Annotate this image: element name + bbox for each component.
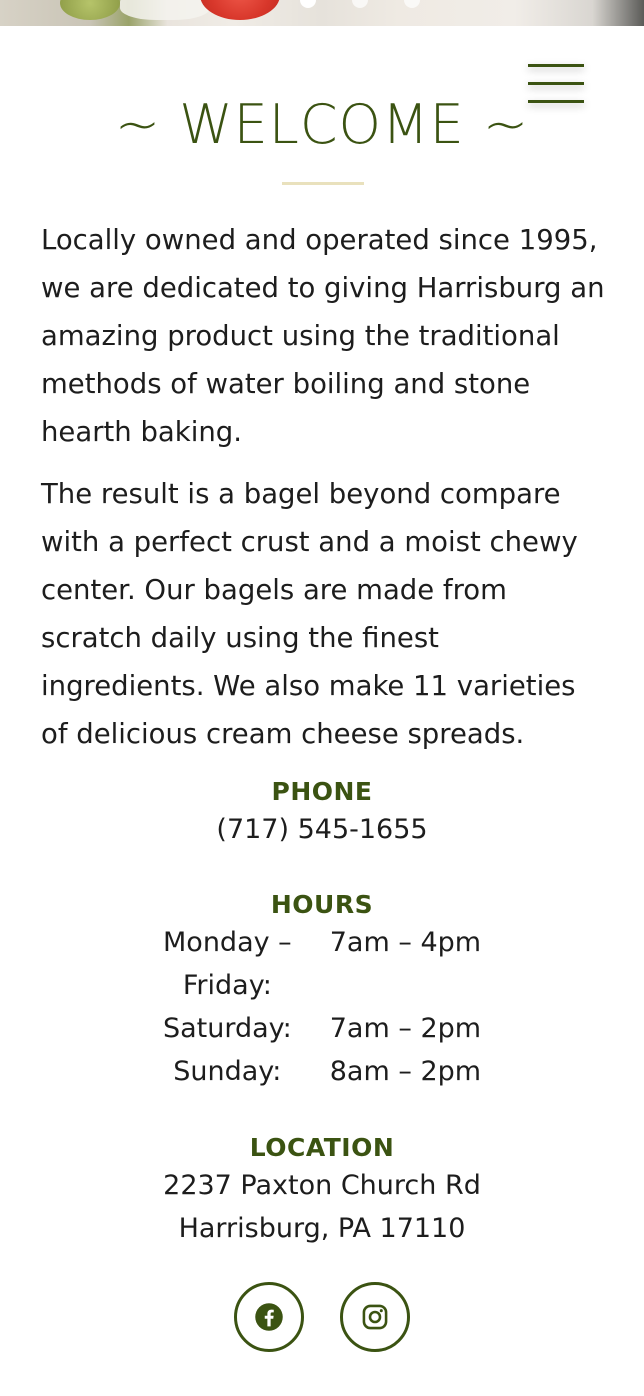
hours-section: HOURS Monday – Friday: 7am – 4pm Saturda… xyxy=(0,889,644,1093)
carousel-dots xyxy=(300,0,420,8)
welcome-title: ~ WELCOME ~ xyxy=(114,93,530,156)
hours-time: 7am – 2pm xyxy=(329,1013,482,1044)
phone-section: PHONE (717) 545-1655 xyxy=(0,776,644,851)
hamburger-icon-line xyxy=(528,82,584,85)
hero-image-tomato xyxy=(200,0,280,20)
location-label: LOCATION xyxy=(249,1133,395,1162)
hero-image-cheese xyxy=(120,0,210,20)
instagram-link[interactable] xyxy=(340,1282,410,1352)
facebook-link[interactable] xyxy=(234,1282,304,1352)
address-line-1[interactable]: 2237 Paxton Church Rd xyxy=(0,1164,644,1207)
hamburger-icon-line xyxy=(528,64,584,67)
intro-paragraph-2: The result is a bagel beyond compare wit… xyxy=(41,478,578,750)
hours-row: Monday – Friday: 7am – 4pm xyxy=(163,921,481,1007)
intro-paragraph-1: Locally owned and operated since 1995, w… xyxy=(41,224,605,448)
hours-time: 7am – 4pm xyxy=(329,927,482,958)
carousel-dot-2[interactable] xyxy=(352,0,368,8)
hours-day: Sunday: xyxy=(173,1056,282,1087)
title-divider xyxy=(282,182,364,185)
hours-row: Sunday: 8am – 2pm xyxy=(163,1050,481,1093)
hero-image-carousel[interactable] xyxy=(0,0,644,26)
phone-label: PHONE xyxy=(271,777,373,806)
instagram-icon xyxy=(362,1304,388,1330)
hours-day: Saturday: xyxy=(162,1013,292,1044)
facebook-icon xyxy=(255,1303,283,1331)
location-section: LOCATION 2237 Paxton Church Rd Harrisbur… xyxy=(0,1132,644,1250)
hours-table: Monday – Friday: 7am – 4pm Saturday: 7am… xyxy=(163,921,481,1093)
intro-text: Locally owned and operated since 1995, w… xyxy=(41,216,609,772)
hours-time: 8am – 2pm xyxy=(329,1056,482,1087)
carousel-dot-3[interactable] xyxy=(404,0,420,8)
phone-number[interactable]: (717) 545-1655 xyxy=(0,808,644,851)
social-links xyxy=(0,1282,644,1352)
hero-image-leaf xyxy=(60,0,120,20)
address-line-2[interactable]: Harrisburg, PA 17110 xyxy=(0,1207,644,1250)
hours-day: Monday – Friday: xyxy=(163,927,292,1001)
hours-label: HOURS xyxy=(270,890,374,919)
hours-row: Saturday: 7am – 2pm xyxy=(163,1007,481,1050)
carousel-dot-1[interactable] xyxy=(300,0,316,8)
